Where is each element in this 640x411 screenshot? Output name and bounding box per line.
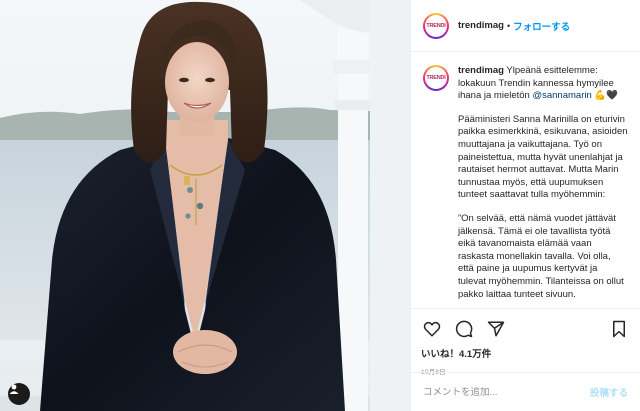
post-comment-button[interactable]: 投稿する	[590, 385, 628, 399]
user-tag-icon[interactable]	[8, 383, 30, 405]
follow-button[interactable]: フォローする	[513, 19, 570, 33]
caption-avatar[interactable]: TRENDI	[423, 65, 449, 91]
caption-row: TRENDI trendimag Ylpeänä esittelemme: lo…	[423, 65, 628, 103]
caption-emoji: 💪🖤	[594, 90, 619, 102]
caption-paragraph: ”On selvää, että nämä vuodet jättävät jä…	[458, 212, 624, 300]
caption-paragraph: Pääministeri Sanna Marinilla on eturivin…	[458, 113, 628, 201]
caption-mention[interactable]: @sannamarin	[532, 90, 591, 101]
post-side-panel: TRENDI trendimag • フォローする TRENDI trendim…	[410, 0, 640, 411]
comment-box: 投稿する	[411, 372, 640, 411]
post-photo[interactable]	[0, 0, 410, 411]
post-actions: いいね！4.1万件 10月8日	[411, 308, 640, 376]
caption-area[interactable]: TRENDI trendimag Ylpeänä esittelemme: lo…	[411, 53, 640, 307]
heart-icon[interactable]	[421, 318, 443, 340]
like-count[interactable]: いいね！4.1万件	[421, 346, 630, 360]
bookmark-icon[interactable]	[608, 318, 630, 340]
header-separator: •	[506, 20, 511, 31]
comment-input[interactable]	[423, 386, 590, 398]
caption-avatar-logo: TRENDI	[425, 67, 447, 89]
post-header: TRENDI trendimag • フォローする	[411, 0, 640, 52]
share-icon[interactable]	[485, 318, 507, 340]
caption-username[interactable]: trendimag	[458, 65, 504, 76]
header-username[interactable]: trendimag	[458, 20, 504, 31]
action-icons	[421, 317, 630, 341]
avatar[interactable]: TRENDI	[423, 12, 449, 39]
comment-icon[interactable]	[453, 318, 475, 340]
portrait-image	[0, 0, 410, 411]
avatar-logo: TRENDI	[425, 14, 447, 37]
caption: trendimag Ylpeänä esittelemme: lokakuun …	[458, 65, 628, 103]
